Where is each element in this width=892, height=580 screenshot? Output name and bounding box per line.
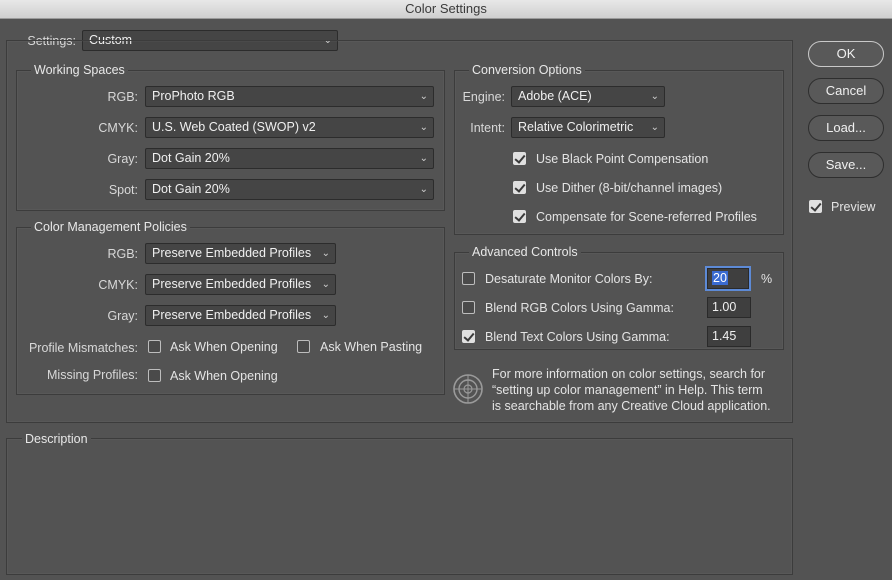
policy-rgb-select[interactable]: Preserve Embedded Profiles ⌄	[145, 243, 336, 264]
intent-label: Intent:	[470, 121, 505, 135]
dither-checkbox[interactable]	[513, 181, 526, 194]
blend-rgb-checkbox[interactable]	[462, 301, 475, 314]
save-button[interactable]: Save...	[808, 152, 884, 178]
working-spaces-title: Working Spaces	[31, 63, 128, 77]
chevron-down-icon: ⌄	[419, 184, 428, 195]
info-line-1: For more information on color settings, …	[492, 367, 766, 381]
policy-rgb-value: Preserve Embedded Profiles	[152, 246, 312, 260]
engine-select[interactable]: Adobe (ACE) ⌄	[511, 86, 665, 107]
ws-rgb-label: RGB:	[107, 90, 138, 104]
preview-label: Preview	[831, 200, 876, 214]
profile-mismatches-label: Profile Mismatches:	[28, 341, 138, 355]
dither-label: Use Dither (8-bit/channel images)	[536, 181, 723, 195]
policy-cmyk-select[interactable]: Preserve Embedded Profiles ⌄	[145, 274, 336, 295]
ask-when-opening-checkbox[interactable]	[148, 340, 161, 353]
policy-gray-label: Gray:	[107, 309, 138, 323]
scene-referred-checkbox[interactable]	[513, 210, 526, 223]
ws-gray-select[interactable]: Dot Gain 20% ⌄	[145, 148, 434, 169]
engine-value: Adobe (ACE)	[518, 89, 592, 103]
policy-cmyk-label: CMYK:	[98, 278, 138, 292]
chevron-down-icon: ⌄	[321, 310, 330, 321]
info-line-2: “setting up color management” in Help. T…	[492, 383, 763, 397]
ask-when-pasting-label: Ask When Pasting	[320, 340, 423, 354]
policy-gray-value: Preserve Embedded Profiles	[152, 308, 312, 322]
description-panel	[6, 438, 793, 575]
color-wheel-icon	[452, 373, 484, 405]
policy-rgb-label: RGB:	[107, 247, 138, 261]
chevron-down-icon: ⌄	[321, 279, 330, 290]
blend-text-input[interactable]: 1.45	[707, 326, 751, 347]
desaturate-unit: %	[761, 272, 773, 286]
window-title: Color Settings	[0, 0, 892, 19]
blend-text-label: Blend Text Colors Using Gamma:	[485, 330, 670, 344]
blend-rgb-input[interactable]: 1.00	[707, 297, 751, 318]
chevron-down-icon: ⌄	[419, 91, 428, 102]
desaturate-input[interactable]: 20	[705, 266, 751, 291]
description-title: Description	[22, 432, 91, 446]
conversion-title: Conversion Options	[469, 63, 585, 77]
missing-ask-when-opening-checkbox[interactable]	[148, 369, 161, 382]
ws-spot-select[interactable]: Dot Gain 20% ⌄	[145, 179, 434, 200]
black-point-checkbox[interactable]	[513, 152, 526, 165]
ws-gray-label: Gray:	[107, 152, 138, 166]
ws-spot-value: Dot Gain 20%	[152, 182, 230, 196]
ws-rgb-value: ProPhoto RGB	[152, 89, 235, 103]
black-point-label: Use Black Point Compensation	[536, 152, 709, 166]
ask-when-pasting-checkbox[interactable]	[297, 340, 310, 353]
ws-cmyk-select[interactable]: U.S. Web Coated (SWOP) v2 ⌄	[145, 117, 434, 138]
preview-checkbox[interactable]	[809, 200, 822, 213]
desaturate-checkbox[interactable]	[462, 272, 475, 285]
chevron-down-icon: ⌄	[419, 122, 428, 133]
desaturate-label: Desaturate Monitor Colors By:	[485, 272, 653, 286]
cancel-button[interactable]: Cancel	[808, 78, 884, 104]
chevron-down-icon: ⌄	[419, 153, 428, 164]
ws-cmyk-label: CMYK:	[98, 121, 138, 135]
ask-when-opening-label: Ask When Opening	[170, 340, 278, 354]
intent-select[interactable]: Relative Colorimetric ⌄	[511, 117, 665, 138]
chevron-down-icon: ⌄	[650, 122, 659, 133]
missing-ask-when-opening-label: Ask When Opening	[170, 369, 278, 383]
policies-title: Color Management Policies	[31, 220, 190, 234]
blend-rgb-value: 1.00	[712, 300, 737, 314]
blend-text-value: 1.45	[712, 329, 737, 343]
policy-gray-select[interactable]: Preserve Embedded Profiles ⌄	[145, 305, 336, 326]
ws-gray-value: Dot Gain 20%	[152, 151, 230, 165]
ok-button[interactable]: OK	[808, 41, 884, 67]
missing-profiles-label: Missing Profiles:	[47, 368, 138, 382]
blend-text-checkbox[interactable]	[462, 330, 475, 343]
scene-referred-label: Compensate for Scene-referred Profiles	[536, 210, 757, 224]
chevron-down-icon: ⌄	[650, 91, 659, 102]
ws-spot-label: Spot:	[108, 183, 138, 197]
desaturate-value: 20	[712, 271, 728, 285]
load-button[interactable]: Load...	[808, 115, 884, 141]
advanced-title: Advanced Controls	[469, 245, 581, 259]
engine-label: Engine:	[462, 90, 505, 104]
chevron-down-icon: ⌄	[321, 248, 330, 259]
ws-cmyk-value: U.S. Web Coated (SWOP) v2	[152, 120, 316, 134]
policy-cmyk-value: Preserve Embedded Profiles	[152, 277, 312, 291]
ws-rgb-select[interactable]: ProPhoto RGB ⌄	[145, 86, 434, 107]
intent-value: Relative Colorimetric	[518, 120, 634, 134]
blend-rgb-label: Blend RGB Colors Using Gamma:	[485, 301, 674, 315]
info-line-3: is searchable from any Creative Cloud ap…	[492, 399, 771, 413]
